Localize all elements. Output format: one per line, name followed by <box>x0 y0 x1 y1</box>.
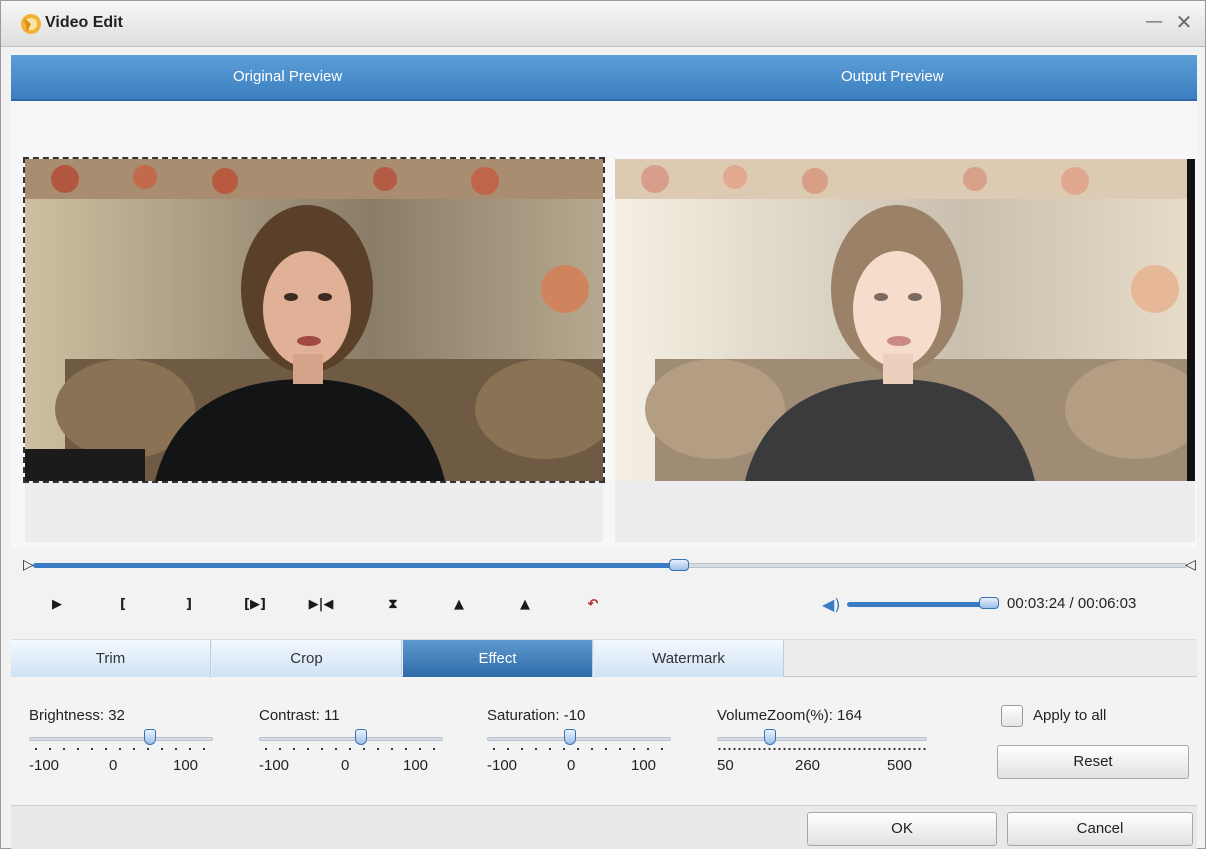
effect-panel: Brightness: 32 -100 0 100 Contrast: 11 -… <box>11 677 1197 805</box>
playback-controls: ▶ [ ] [▶] ▶|◀ ⧗ ▲ ▲ ↶ ◀) 00:03:24 / 00:0… <box>27 585 1197 625</box>
timeline-thumb[interactable] <box>669 559 689 571</box>
contrast-min-label: -100 <box>259 757 290 774</box>
original-preview-label: Original Preview <box>233 68 343 85</box>
saturation-thumb[interactable] <box>564 729 576 745</box>
volumezoom-min-label: 50 <box>717 757 734 774</box>
close-button[interactable]: ✕ <box>1171 9 1197 35</box>
volumezoom-ticks <box>717 747 927 751</box>
original-video-frame[interactable] <box>23 157 605 483</box>
timeline-slider[interactable]: ▷ ◁ <box>23 556 1196 576</box>
contrast-max-label: 100 <box>403 757 429 774</box>
contrast-group: Contrast: 11 -100 0 100 <box>259 697 469 787</box>
timeline-progress <box>33 563 679 568</box>
contrast-track[interactable] <box>259 737 443 741</box>
reset-button[interactable]: Reset <box>997 745 1189 779</box>
tab-effect[interactable]: Effect <box>403 640 593 677</box>
tab-watermark[interactable]: Watermark <box>594 640 784 677</box>
brightness-max-label: 100 <box>173 757 199 774</box>
brightness-ticks <box>29 747 213 751</box>
brightness-mid-label: 0 <box>109 757 118 774</box>
apply-to-all-checkbox[interactable] <box>1001 705 1023 727</box>
cancel-button[interactable]: Cancel <box>1007 812 1193 846</box>
saturation-mid-label: 0 <box>567 757 576 774</box>
brightness-track[interactable] <box>29 737 213 741</box>
volumezoom-label: VolumeZoom(%): 164 <box>717 707 863 724</box>
rotate-right-button[interactable]: ▲ <box>511 593 539 617</box>
output-preview-pane <box>615 159 1195 542</box>
saturation-min-label: -100 <box>487 757 518 774</box>
saturation-ticks <box>487 747 671 751</box>
title-bar: Video Edit — ✕ <box>1 1 1205 47</box>
contrast-thumb[interactable] <box>355 729 367 745</box>
tab-trim[interactable]: Trim <box>11 640 211 677</box>
play-segment-button[interactable]: [▶] <box>241 593 269 617</box>
edit-tabs: Trim Crop Effect Watermark <box>11 639 1197 677</box>
volume-thumb[interactable] <box>979 597 999 609</box>
volumezoom-group: VolumeZoom(%): 164 50 260 500 <box>717 697 947 787</box>
volumezoom-mid-label: 260 <box>795 757 821 774</box>
mark-in-button[interactable]: [ <box>109 593 137 617</box>
volume-slider[interactable] <box>847 602 993 607</box>
brightness-thumb[interactable] <box>144 729 156 745</box>
preview-header: Original Preview Output Preview <box>11 55 1197 101</box>
saturation-group: Saturation: -10 -100 0 100 <box>487 697 697 787</box>
tab-crop[interactable]: Crop <box>212 640 402 677</box>
volumezoom-thumb[interactable] <box>764 729 776 745</box>
volumezoom-max-label: 500 <box>887 757 913 774</box>
output-video-frame <box>615 159 1195 481</box>
saturation-max-label: 100 <box>631 757 657 774</box>
rotate-left-button[interactable]: ▲ <box>445 593 473 617</box>
undo-button[interactable]: ↶ <box>579 593 607 617</box>
window-title: Video Edit <box>45 14 123 31</box>
app-logo-icon <box>21 14 41 34</box>
brightness-min-label: -100 <box>29 757 60 774</box>
output-video-image <box>615 159 1195 481</box>
volume-icon[interactable]: ◀) <box>822 595 846 615</box>
prev-frame-button[interactable]: ▶|◀ <box>307 593 335 617</box>
contrast-label: Contrast: 11 <box>259 707 340 724</box>
mark-out-button[interactable]: ] <box>175 593 203 617</box>
apply-to-all-label: Apply to all <box>1033 707 1107 724</box>
original-video-image <box>25 159 603 481</box>
timeline-end-cap-icon: ◁ <box>1185 557 1196 573</box>
original-preview-pane <box>23 157 605 542</box>
output-preview-label: Output Preview <box>841 68 944 85</box>
time-display: 00:03:24 / 00:06:03 <box>1007 595 1137 612</box>
contrast-ticks <box>259 747 443 751</box>
brightness-label: Brightness: 32 <box>29 707 125 724</box>
play-button[interactable]: ▶ <box>43 593 71 617</box>
saturation-track[interactable] <box>487 737 671 741</box>
volumezoom-track[interactable] <box>717 737 927 741</box>
dialog-footer: OK Cancel <box>11 805 1197 849</box>
timeline-start-cap-icon: ▷ <box>23 557 34 573</box>
split-button[interactable]: ⧗ <box>379 593 407 617</box>
saturation-label: Saturation: -10 <box>487 707 586 724</box>
ok-button[interactable]: OK <box>807 812 997 846</box>
video-edit-window: Video Edit — ✕ Original Preview Output P… <box>0 0 1206 849</box>
brightness-group: Brightness: 32 -100 0 100 <box>29 697 239 787</box>
contrast-mid-label: 0 <box>341 757 350 774</box>
minimize-button[interactable]: — <box>1141 9 1167 35</box>
